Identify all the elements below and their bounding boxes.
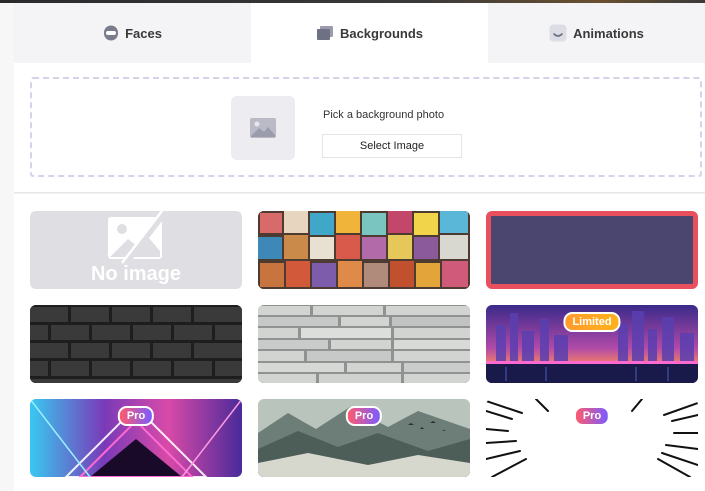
tab-faces[interactable]: Faces	[14, 3, 251, 63]
no-image-label: No image	[90, 263, 182, 285]
image-icon	[250, 118, 276, 138]
limited-badge: Limited	[563, 312, 621, 332]
bg-card-misty-mountains[interactable]: Pro	[258, 399, 470, 477]
image-placeholder	[231, 96, 295, 160]
face-icon	[103, 25, 119, 41]
bg-card-neon-tunnel[interactable]: Pro	[30, 399, 242, 477]
select-image-button[interactable]: Select Image	[322, 134, 462, 158]
folder-stack-icon	[316, 25, 334, 41]
tab-animations-label: Animations	[573, 25, 644, 41]
bg-card-colorful-blocks[interactable]	[258, 211, 470, 289]
black-brick-image	[30, 305, 242, 383]
tab-animations[interactable]: Animations	[488, 3, 705, 63]
tab-bar: Faces Backgrounds Animations	[14, 3, 705, 63]
smile-icon	[549, 24, 567, 42]
pro-badge: Pro	[117, 406, 155, 426]
tab-faces-label: Faces	[125, 25, 162, 41]
pro-badge: Pro	[345, 406, 383, 426]
upload-panel: Pick a background photo Select Image	[14, 63, 705, 193]
pro-badge: Pro	[573, 406, 611, 426]
bg-card-speed-lines[interactable]: Pro	[486, 399, 698, 477]
image-dropzone[interactable]: Pick a background photo Select Image	[30, 77, 702, 177]
bg-card-purple-plain[interactable]	[486, 211, 698, 289]
upload-prompt: Pick a background photo	[323, 109, 445, 121]
bg-card-none[interactable]: No image	[30, 211, 242, 289]
tab-backgrounds[interactable]: Backgrounds	[251, 3, 488, 63]
bg-card-stone-wall[interactable]	[258, 305, 470, 383]
bg-card-black-brick[interactable]	[30, 305, 242, 383]
left-gutter	[0, 3, 14, 491]
stone-wall-image	[258, 305, 470, 383]
colorful-blocks-image	[258, 211, 470, 289]
background-grid: No image Limited Pro Pro Pro	[14, 194, 705, 491]
bg-card-neon-city[interactable]: Limited	[486, 305, 698, 383]
tab-backgrounds-label: Backgrounds	[339, 25, 424, 41]
